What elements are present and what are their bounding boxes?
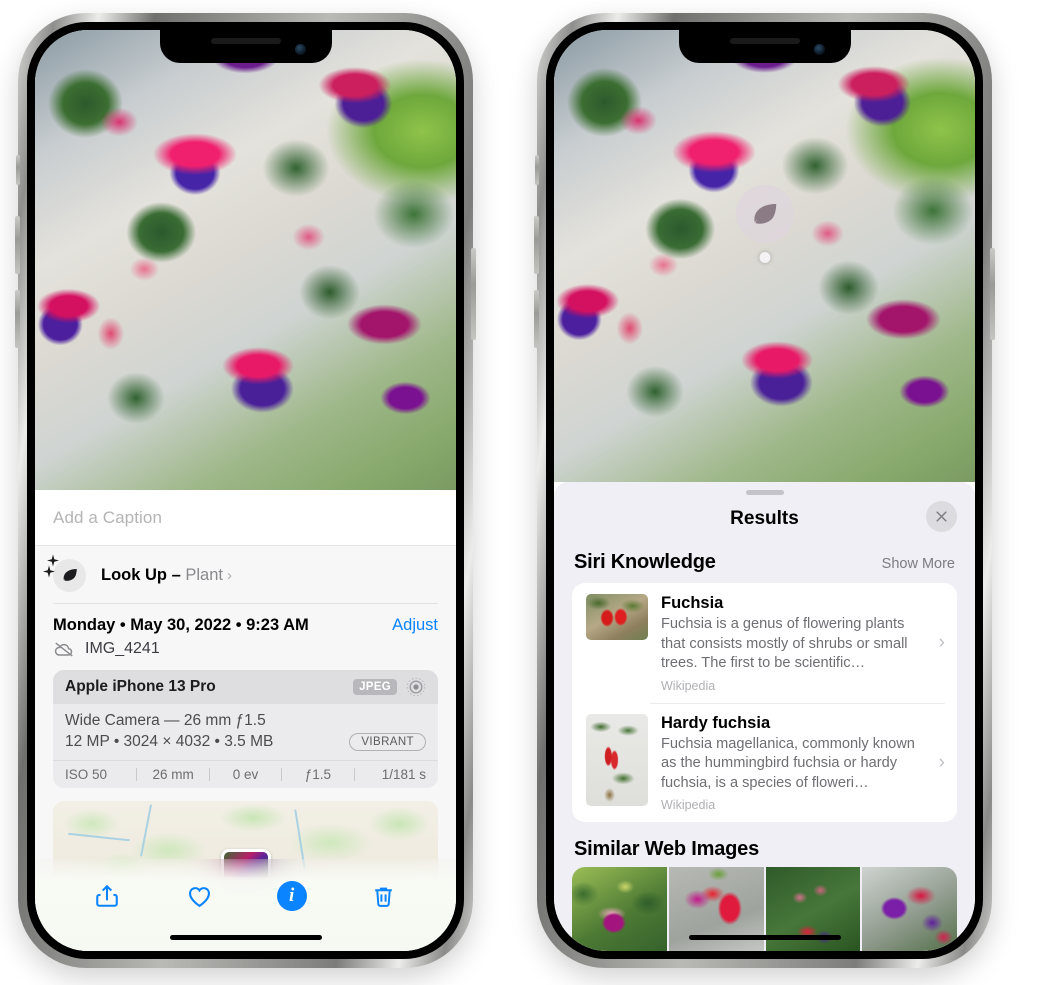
result-description: Fuchsia is a genus of flowering plants t… — [661, 616, 908, 672]
show-more-link[interactable]: Show More — [882, 556, 955, 572]
right-phone-bezel: Results Siri Knowledge Show More Fuchsia… — [546, 22, 983, 959]
earpiece-speaker — [729, 38, 800, 44]
left-phone-device: Add a Caption Look Up – Plant › Monday •… — [15, 13, 476, 968]
sparkle-icon — [271, 876, 287, 892]
volume-down-button[interactable] — [15, 290, 20, 348]
close-icon — [936, 511, 947, 522]
visual-lookup-leaf-badge[interactable] — [735, 185, 794, 243]
front-camera-icon — [294, 44, 306, 55]
volume-up-button[interactable] — [15, 216, 20, 274]
photo-viewer-image[interactable] — [35, 30, 456, 490]
delete-button[interactable] — [361, 873, 407, 919]
similar-web-images-header: Similar Web Images — [554, 822, 975, 867]
look-up-title: Look Up — [101, 565, 167, 584]
result-thumbnail — [586, 594, 648, 640]
look-up-subject: Plant — [185, 565, 223, 584]
date-row: Monday • May 30, 2022 • 9:23 AM Adjust — [35, 604, 456, 637]
result-description: Fuchsia magellanica, commonly known as t… — [661, 735, 915, 791]
result-title: Hardy fuchsia — [661, 713, 771, 732]
hdr-ring-icon[interactable] — [406, 677, 426, 697]
list-item[interactable]: Hardy fuchsia Fuchsia magellanica, commo… — [572, 702, 957, 823]
chevron-right-icon: › — [938, 632, 945, 654]
web-image-thumbnail[interactable] — [862, 867, 957, 951]
results-header: Results — [554, 495, 975, 543]
caption-placeholder: Add a Caption — [53, 507, 163, 527]
sparkle-small-icon — [43, 565, 55, 577]
look-up-row[interactable]: Look Up – Plant › — [35, 546, 456, 604]
heart-icon — [188, 886, 210, 907]
file-name: IMG_4241 — [85, 640, 160, 657]
trash-icon — [375, 887, 393, 907]
result-text: Fuchsia Fuchsia is a genus of flowering … — [661, 594, 937, 693]
mute-switch[interactable] — [16, 155, 20, 185]
look-up-label: Look Up – Plant — [101, 566, 223, 585]
volume-up-button[interactable] — [534, 216, 539, 274]
exif-aperture: ƒ1.5 — [304, 767, 332, 782]
right-phone-device: Results Siri Knowledge Show More Fuchsia… — [534, 13, 995, 968]
left-phone-screen: Add a Caption Look Up – Plant › Monday •… — [35, 30, 456, 951]
result-title: Fuchsia — [661, 594, 724, 612]
camera-device-name: Apple iPhone 13 Pro — [65, 678, 216, 695]
info-button[interactable]: i — [269, 873, 315, 919]
front-camera-icon — [813, 44, 825, 55]
list-item[interactable]: Fuchsia Fuchsia is a genus of flowering … — [572, 583, 957, 703]
share-icon — [96, 884, 118, 907]
caption-field-row[interactable]: Add a Caption — [35, 490, 456, 546]
home-indicator[interactable] — [688, 935, 841, 940]
result-text: Hardy fuchsia Fuchsia magellanica, commo… — [661, 714, 937, 813]
exif-iso: ISO 50 — [65, 767, 108, 782]
photographic-style-pill: VIBRANT — [349, 733, 426, 751]
exif-body: Wide Camera — 26 mm ƒ1.5 12 MP • 3024 × … — [53, 704, 438, 760]
exif-badges: JPEG — [353, 677, 426, 697]
section-title-siri-knowledge: Siri Knowledge — [574, 551, 716, 573]
file-row: IMG_4241 — [35, 637, 456, 670]
section-title-similar-web-images: Similar Web Images — [574, 838, 759, 861]
exif-ev: 0 ev — [232, 767, 259, 782]
notch — [159, 30, 332, 63]
exif-header: Apple iPhone 13 Pro JPEG — [53, 670, 438, 704]
volume-down-button[interactable] — [534, 290, 539, 348]
right-phone-screen: Results Siri Knowledge Show More Fuchsia… — [554, 30, 975, 951]
power-button[interactable] — [990, 248, 995, 340]
results-title: Results — [730, 508, 799, 529]
power-button[interactable] — [471, 248, 476, 340]
visual-lookup-anchor-dot — [759, 252, 770, 263]
exif-card: Apple iPhone 13 Pro JPEG Wide Camera — 2… — [53, 670, 438, 788]
left-phone-bezel: Add a Caption Look Up – Plant › Monday •… — [27, 22, 464, 959]
exif-shutter: 1/181 s — [381, 767, 427, 782]
leaf-icon — [43, 554, 86, 592]
siri-knowledge-header: Siri Knowledge Show More — [554, 543, 975, 583]
mute-switch[interactable] — [535, 155, 539, 185]
cloud-slash-icon — [54, 642, 73, 656]
photo-date: Monday • May 30, 2022 • 9:23 AM — [53, 616, 309, 634]
result-source: Wikipedia — [661, 678, 716, 693]
exif-stats-row: ISO 50 26 mm 0 ev ƒ1.5 1/181 s — [53, 760, 438, 788]
screenshot-stage: Add a Caption Look Up – Plant › Monday •… — [0, 0, 1055, 985]
share-button[interactable] — [84, 873, 130, 919]
lens-info: Wide Camera — 26 mm ƒ1.5 — [65, 712, 266, 729]
chevron-right-icon: › — [226, 566, 232, 584]
result-thumbnail — [586, 713, 648, 806]
format-badge: JPEG — [353, 679, 397, 695]
web-image-thumbnail[interactable] — [572, 867, 667, 951]
adjust-link[interactable]: Adjust — [392, 616, 438, 635]
leaf-icon — [753, 204, 776, 224]
siri-knowledge-card: Fuchsia Fuchsia is a genus of flowering … — [572, 583, 957, 823]
look-up-dash: – — [167, 565, 186, 584]
result-source: Wikipedia — [661, 798, 716, 813]
close-button[interactable] — [926, 501, 957, 532]
image-size-info: 12 MP • 3024 × 4032 • 3.5 MB — [65, 733, 274, 750]
chevron-right-icon: › — [938, 751, 945, 773]
exif-focal: 26 mm — [152, 767, 194, 782]
earpiece-speaker — [210, 38, 281, 44]
notch — [678, 30, 851, 63]
results-sheet: Results Siri Knowledge Show More Fuchsia… — [554, 482, 975, 951]
exif-size-row: 12 MP • 3024 × 4032 • 3.5 MB VIBRANT — [65, 733, 426, 751]
favorite-button[interactable] — [176, 873, 222, 919]
home-indicator[interactable] — [169, 935, 322, 940]
